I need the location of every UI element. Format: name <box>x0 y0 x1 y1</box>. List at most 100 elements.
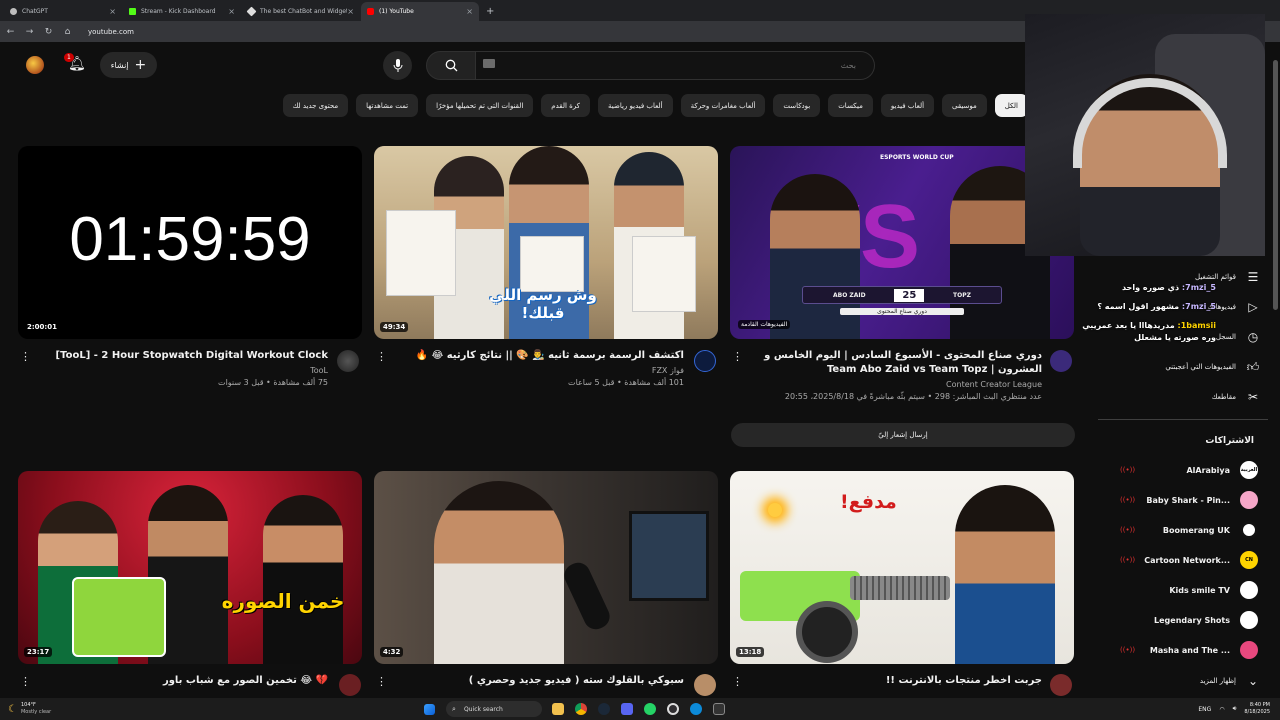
chip-video-games[interactable]: ألعاب فيديو <box>880 94 935 117</box>
forward-icon[interactable]: → <box>25 27 34 37</box>
subscription-name: Masha and The ... <box>1149 645 1230 655</box>
channel-avatar-fzx[interactable] <box>694 350 716 372</box>
video-thumbnail-stopwatch[interactable]: 01:59:59 2:00:01 <box>18 146 362 339</box>
file-explorer-icon[interactable] <box>552 703 564 715</box>
close-tab-icon[interactable]: × <box>466 7 473 16</box>
video-title[interactable]: دوري صناع المحتوى - الأسبوع السادس | الي… <box>752 349 1042 377</box>
start-icon[interactable] <box>424 703 435 715</box>
more-options-icon[interactable]: ⋮ <box>376 675 387 688</box>
chip-all[interactable]: الكل <box>994 94 1028 117</box>
chip-mixes[interactable]: ميكسات <box>828 94 873 117</box>
chip-new-to-you[interactable]: محتوى جديد لك <box>282 94 349 117</box>
thumbnail-wheel <box>796 601 858 663</box>
chip-sports-games[interactable]: ألعاب فيديو رياضية <box>598 94 673 117</box>
video-title[interactable]: 💔 😂 تخمين الصور مع شباب باور <box>40 674 328 688</box>
history-icon: ◷ <box>1247 330 1259 344</box>
live-icon: ((•)) <box>1120 526 1136 534</box>
browser-tab-youtube[interactable]: (1) YouTube × <box>361 2 479 21</box>
clock-time[interactable]: 8:40 PM <box>1244 702 1270 709</box>
channel-avatar-tool[interactable] <box>337 350 359 372</box>
voice-search-mic-icon[interactable] <box>383 51 412 80</box>
video-title[interactable]: [TooL] - 2 Hour Stopwatch Digital Workou… <box>40 349 328 363</box>
chip-football[interactable]: كرة القدم <box>541 94 591 117</box>
keyboard-icon[interactable] <box>483 59 495 68</box>
url-field[interactable]: youtube.com <box>88 28 134 36</box>
weather-widget[interactable]: ☾ 104°F Mostly clear <box>0 702 400 716</box>
wifi-icon[interactable]: ◠ <box>1219 706 1224 713</box>
page-scrollbar[interactable] <box>1271 42 1280 698</box>
search-button[interactable] <box>426 51 476 80</box>
channel-avatar-power[interactable] <box>339 674 361 696</box>
language-indicator[interactable]: ENG <box>1198 706 1211 713</box>
channel-name[interactable]: فواز FZX <box>396 365 684 377</box>
video-thumbnail-cannon[interactable]: مدفع! 13:18 <box>730 471 1074 664</box>
search-box[interactable] <box>476 51 875 80</box>
weather-desc: Mostly clear <box>20 709 52 715</box>
more-options-icon[interactable]: ⋮ <box>20 350 31 363</box>
thumbnail-caption: مدفع! <box>840 491 897 513</box>
chip-music[interactable]: موسيقى <box>942 94 987 117</box>
volume-icon[interactable]: 🔊︎ <box>1233 705 1237 713</box>
scrollbar-thumb[interactable] <box>1273 60 1278 310</box>
clock-date[interactable]: 8/18/2025 <box>1244 709 1270 716</box>
video-thumbnail-league[interactable]: VS ESPORTS WORLD CUP ABO ZAID 25 TOPZ دو… <box>730 146 1074 339</box>
chip-recently-uploaded[interactable]: القنوات التي تم تحميلها مؤخرًا <box>426 94 534 117</box>
channel-avatar-spooky[interactable] <box>694 674 716 696</box>
channel-name[interactable]: TooL <box>40 365 328 377</box>
terminal-icon[interactable] <box>713 703 725 715</box>
sidebar-item-liked[interactable]: 👍︎ الفيديوهات التي أعجبتني <box>1165 357 1260 377</box>
sidebar-item-history[interactable]: ◷ السجل <box>1216 327 1260 347</box>
video-title[interactable]: اكتشف الرسمة برسمة ثانيه 👨‍🎨 🎨 || نتائج … <box>396 349 684 363</box>
more-options-icon[interactable]: ⋮ <box>376 350 387 363</box>
subscription-babyshark[interactable]: ((•)) Baby Shark - Pin... <box>1098 489 1258 511</box>
more-options-icon[interactable]: ⋮ <box>732 350 743 363</box>
video-thumbnail-spooky[interactable]: 4:32 <box>374 471 718 664</box>
more-options-icon[interactable]: ⋮ <box>732 675 743 688</box>
taskbar-search[interactable]: ⌕ Quick search <box>446 701 542 717</box>
browser-tab-kick[interactable]: Stream - Kick Dashboard × <box>123 2 241 21</box>
subscription-kids-smile[interactable]: Kids smile TV <box>1098 579 1258 601</box>
chip-podcasts[interactable]: بودكاست <box>773 94 821 117</box>
subscription-cartoon-network[interactable]: ((•)) Cartoon Network... CN <box>1098 549 1258 571</box>
channel-name[interactable]: Content Creator League <box>752 379 1042 391</box>
channel-avatar-ccl[interactable] <box>1050 350 1072 372</box>
edge-icon[interactable] <box>690 703 702 715</box>
close-tab-icon[interactable]: × <box>228 7 235 16</box>
thumbnail-drawing-card <box>386 210 456 296</box>
discord-icon[interactable] <box>621 703 633 715</box>
weather-moon-icon: ☾ <box>8 703 17 715</box>
create-button[interactable]: إنشاء + <box>100 52 157 78</box>
browser-tab-chatbot[interactable]: The best ChatBot and Widgets × <box>242 2 360 21</box>
more-options-icon[interactable]: ⋮ <box>20 675 31 688</box>
notify-me-button[interactable]: إرسال إشعار إليّ <box>731 423 1075 447</box>
new-tab-icon[interactable]: + <box>486 2 494 21</box>
back-icon[interactable]: ← <box>6 27 15 37</box>
search-input[interactable] <box>476 52 874 79</box>
chip-watched[interactable]: تمت مشاهدتها <box>356 94 419 117</box>
show-more-button[interactable]: ⌄ إظهار المزيد <box>1200 671 1260 691</box>
close-tab-icon[interactable]: × <box>109 7 116 16</box>
obs-icon[interactable] <box>667 703 679 715</box>
tab-title: The best ChatBot and Widgets <box>260 8 348 15</box>
browser-tab-chatgpt[interactable]: ChatGPT × <box>4 2 122 21</box>
chip-action-adventure[interactable]: ألعاب مغامرات وحركة <box>680 94 766 117</box>
subscription-masha[interactable]: ((•)) Masha and The ... <box>1098 639 1258 661</box>
whatsapp-icon[interactable] <box>644 703 656 715</box>
close-tab-icon[interactable]: × <box>347 7 354 16</box>
chrome-icon[interactable] <box>575 703 587 715</box>
video-thumbnail-drawing[interactable]: وش رسم اللي قبلك! 49:34 <box>374 146 718 339</box>
subscription-boomerang[interactable]: ((•)) Boomerang UK <box>1098 519 1258 541</box>
channel-avatar-cannon[interactable] <box>1050 674 1072 696</box>
subscription-legendary-shots[interactable]: Legendary Shots <box>1098 609 1258 631</box>
video-title[interactable]: سبوكي بالقلوك سته ( فيديو جديد وحصري ) <box>396 674 684 688</box>
live-icon: ((•)) <box>1120 556 1136 564</box>
account-avatar[interactable] <box>26 56 44 74</box>
subscription-alarabiya[interactable]: ((•)) AlArabiya العربية <box>1098 459 1258 481</box>
video-thumbnail-guess[interactable]: خمن الصوره 23:17 <box>18 471 362 664</box>
steam-icon[interactable] <box>598 703 610 715</box>
chat-text: ذي صوره واحد <box>1121 283 1180 292</box>
reload-icon[interactable]: ↻ <box>44 27 53 37</box>
home-icon[interactable]: ⌂ <box>63 27 72 37</box>
sidebar-item-clips[interactable]: ✂ مقاطعك <box>1212 387 1260 407</box>
video-title[interactable]: جربت اخطر منتجات بالانترنت !! <box>752 674 1042 688</box>
